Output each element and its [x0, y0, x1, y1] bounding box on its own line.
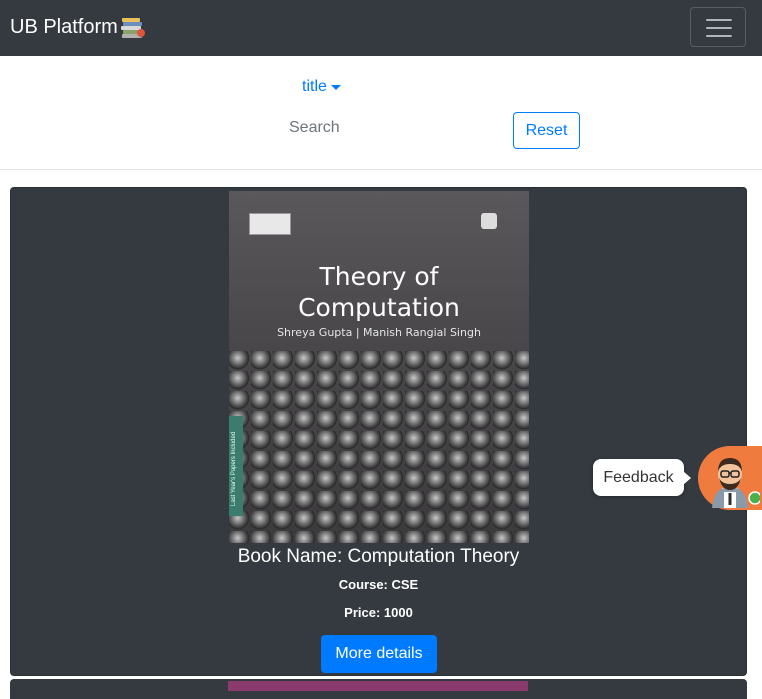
cover-title-line1: Theory of	[319, 262, 439, 291]
publisher-logo	[249, 213, 291, 235]
cover-authors: Shreya Gupta | Manish Rangial Singh	[277, 326, 481, 339]
next-book-cover-image	[228, 681, 528, 691]
cover-title: Theory of Computation	[229, 261, 529, 323]
hamburger-bar	[706, 27, 732, 29]
search-input[interactable]	[284, 114, 494, 142]
more-details-button[interactable]: More details	[321, 635, 437, 673]
book-card: Theory of Computation Shreya Gupta | Man…	[10, 187, 747, 676]
feedback-button[interactable]: Feedback	[593, 459, 691, 496]
navbar-toggler-button[interactable]	[690, 7, 746, 47]
reset-button[interactable]: Reset	[513, 112, 580, 149]
publisher-mark	[481, 213, 497, 229]
stack-of-books-icon	[120, 18, 145, 38]
book-name: Book Name: Computation Theory	[237, 546, 520, 567]
dropdown-label: title	[302, 78, 327, 95]
navbar: UB Platform	[0, 0, 762, 56]
hamburger-menu-icon	[706, 19, 732, 21]
support-agent-avatar-icon[interactable]	[700, 448, 760, 508]
search-filter-bar: title Reset	[0, 56, 762, 170]
cover-title-line2: Computation	[298, 293, 460, 322]
cover-art-spheres	[229, 351, 529, 543]
filter-field-dropdown[interactable]: title	[302, 77, 341, 97]
book-price: Price: 1000	[344, 605, 413, 620]
next-book-card	[10, 679, 747, 699]
brand-link[interactable]: UB Platform	[10, 14, 146, 40]
caret-down-icon	[330, 84, 341, 90]
book-course: Course: CSE	[338, 577, 419, 592]
cover-strip-text: Last Year's Papers Included	[231, 431, 237, 506]
hamburger-bar	[706, 35, 732, 37]
book-cover-image: Theory of Computation Shreya Gupta | Man…	[229, 191, 529, 543]
cover-side-strip: Last Year's Papers Included	[229, 416, 243, 516]
brand-name: UB Platform	[10, 16, 118, 38]
